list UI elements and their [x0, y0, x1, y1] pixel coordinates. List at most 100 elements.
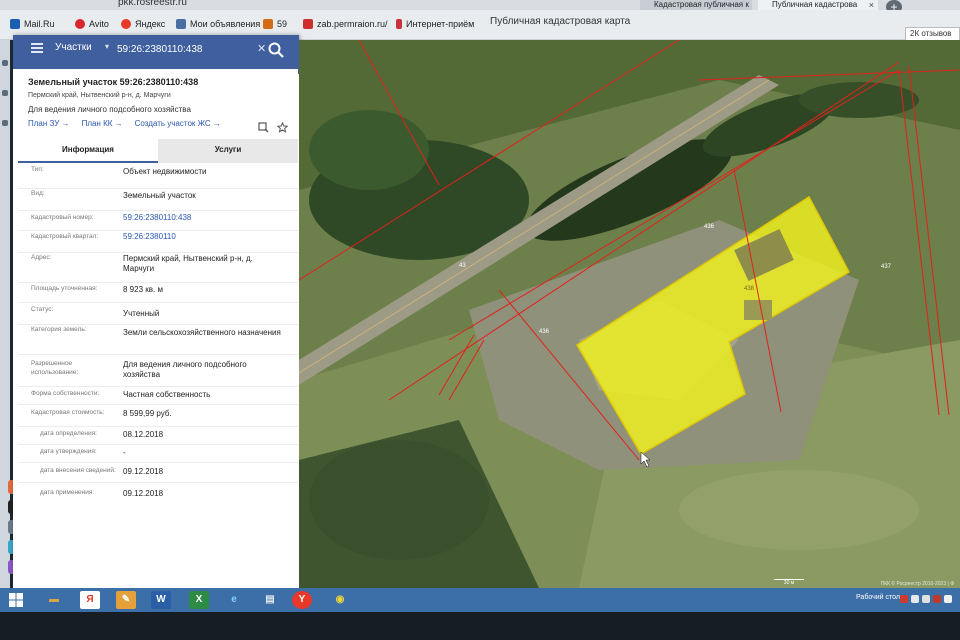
parcel-label: 436 [704, 224, 715, 230]
cadastral-number-link[interactable]: 59:26:2380110:438 [123, 213, 283, 223]
field-key: Кадастровый номер: [31, 214, 94, 221]
tray-icon[interactable] [944, 595, 952, 603]
object-address: Пермский край, Нытвенский р-н, д. Марчуг… [28, 92, 171, 99]
clear-icon[interactable]: ✕ [257, 42, 266, 55]
word-icon[interactable]: W [151, 591, 171, 609]
windows-taskbar: ▬ Я ✎ W X e ▤ Y ◉ Рабочий стол [0, 588, 960, 612]
zoom-to-icon[interactable] [258, 122, 269, 133]
star-icon[interactable] [277, 122, 288, 133]
field-key: Тип: [31, 166, 44, 173]
close-icon[interactable]: × [869, 0, 874, 10]
bookmark-label: Яндекс [135, 19, 166, 29]
field-key: Кадастровая стоимость: [31, 409, 105, 416]
field-key: дата определения: [40, 430, 97, 437]
bookmark-label: Мои объявления [190, 19, 261, 29]
bookmark-zab[interactable]: zab.permraion.ru/ [303, 19, 388, 29]
windows-start-icon[interactable] [8, 592, 24, 608]
monitor-bezel [0, 612, 960, 640]
app-icon[interactable] [2, 60, 8, 66]
field-row-type: Тип: Объект недвижимости [18, 165, 298, 189]
mailru-icon [10, 19, 20, 29]
site-icon [303, 19, 313, 29]
avito-icon [75, 19, 85, 29]
excel-icon[interactable]: X [189, 591, 209, 609]
app-icon[interactable] [2, 120, 8, 126]
create-parcel-link[interactable]: Создать участок ЖС → [135, 119, 221, 128]
address-bar-url[interactable]: pkk.rosreestr.ru [118, 0, 187, 8]
notes-icon[interactable]: ✎ [116, 591, 136, 609]
field-row-value: Кадастровая стоимость: 8 599,99 руб. [18, 405, 298, 427]
app-icon[interactable] [2, 90, 8, 96]
field-row-ownership: Форма собственности: Частная собственност… [18, 387, 298, 405]
field-row-cadastral-number: Кадастровый номер: 59:26:2380110:438 [18, 211, 298, 231]
ie-icon[interactable]: e [224, 591, 244, 609]
tray-icon[interactable] [922, 595, 930, 603]
folder-icon[interactable]: ▬ [44, 591, 64, 609]
yandex-browser-icon[interactable]: Y [292, 591, 312, 609]
field-key: Разрешенное использование: [31, 360, 79, 376]
map-view[interactable]: 436 437 438 43 436 30 м ПКК © Росреестр … [299, 40, 960, 588]
field-row-date-entered: дата внесения сведений: 09.12.2018 [18, 463, 298, 483]
parcel-label: 438 [744, 286, 755, 292]
field-row-quarter: Кадастровый квартал: 59:26:2380110 [18, 231, 298, 253]
object-tools [258, 122, 288, 133]
field-row-kind: Вид: Земельный участок [18, 189, 298, 211]
tab-label: Публичная кадастрова [772, 0, 858, 9]
bookmark-internet-priem[interactable]: Интернет-приём [396, 19, 474, 29]
bookmark-avito[interactable]: Avito [75, 19, 109, 29]
parcel-label: 437 [881, 264, 892, 270]
bookmark-label: Mail.Ru [24, 19, 55, 29]
page-title: Публичная кадастровая карта [490, 16, 631, 27]
play-icon [263, 19, 273, 29]
plan-zu-link[interactable]: План ЗУ → [28, 119, 70, 128]
field-value: 8 599,99 руб. [123, 409, 172, 418]
field-key: Адрес: [31, 254, 52, 261]
field-key: дата утверждения: [40, 448, 97, 455]
browser-top-strip: pkk.rosreestr.ru Кадастровая публичная к… [0, 0, 960, 14]
field-value: Объект недвижимости [123, 167, 207, 176]
tab-information[interactable]: Информация [18, 139, 158, 163]
bookmark-mailru[interactable]: Mail.Ru [10, 19, 55, 29]
field-value: 09.12.2018 [123, 489, 164, 498]
search-icon[interactable] [267, 41, 285, 59]
feedback-button[interactable]: 2К отзывов [905, 27, 960, 41]
chrome-icon[interactable]: ◉ [330, 591, 350, 609]
object-title: Земельный участок 59:26:2380110:438 [28, 77, 199, 87]
info-panel: Участки ▾ ✕ Земельный участок 59:26:2380… [13, 35, 299, 588]
field-value: Учтенный [123, 309, 160, 318]
field-row-address: Адрес: Пермский край, Нытвенский р-н, д. … [18, 253, 298, 283]
menu-icon[interactable] [31, 43, 43, 53]
field-row-area: Площадь уточненная: 8 923 кв. м [18, 283, 298, 303]
field-value: 09.12.2018 [123, 467, 164, 476]
tray-icon[interactable] [911, 595, 919, 603]
tray-icon[interactable] [933, 595, 941, 603]
desktop-label[interactable]: Рабочий стол [856, 594, 900, 601]
object-links: План ЗУ → План КК → Создать участок ЖС → [28, 119, 221, 128]
yandex-icon[interactable]: Я [80, 591, 100, 609]
field-value: Пермский край, Нытвенский р-н, д. Марчуг… [123, 254, 253, 273]
chevron-down-icon[interactable]: ▾ [105, 42, 109, 51]
tab-services[interactable]: Услуги [158, 139, 298, 163]
bookmark-label: Интернет-приём [406, 19, 475, 29]
parcel-label: 43 [459, 263, 466, 269]
field-key: дата применения: [40, 489, 95, 496]
field-key: Кадастровый квартал: [31, 233, 99, 240]
field-key: Форма собственности: [31, 390, 100, 397]
field-value: 08.12.2018 [123, 430, 164, 439]
bookmark-yandex[interactable]: Яндекс [121, 19, 165, 29]
bookmark-59[interactable]: 59 [263, 19, 287, 29]
search-bar: Участки ▾ ✕ [13, 35, 299, 69]
bookmark-label: Avito [89, 19, 109, 29]
satellite-map[interactable]: 436 437 438 43 436 [299, 40, 960, 588]
bookmark-label: zab.permraion.ru/ [317, 19, 388, 29]
bookmark-my-ads[interactable]: Мои объявления [176, 19, 260, 29]
search-input[interactable] [117, 40, 267, 58]
tray-icon[interactable] [900, 595, 908, 603]
map-attribution: ПКК © Росреестр 2010-2023 | Ф [880, 581, 954, 587]
doc-icon[interactable]: ▤ [260, 591, 280, 609]
bookmark-label: 59 [277, 19, 288, 29]
plan-kk-link[interactable]: План КК → [82, 119, 123, 128]
search-type-select[interactable]: Участки [55, 42, 92, 53]
field-value: Частная собственность [123, 390, 211, 399]
cadastral-quarter-link[interactable]: 59:26:2380110 [123, 232, 283, 242]
